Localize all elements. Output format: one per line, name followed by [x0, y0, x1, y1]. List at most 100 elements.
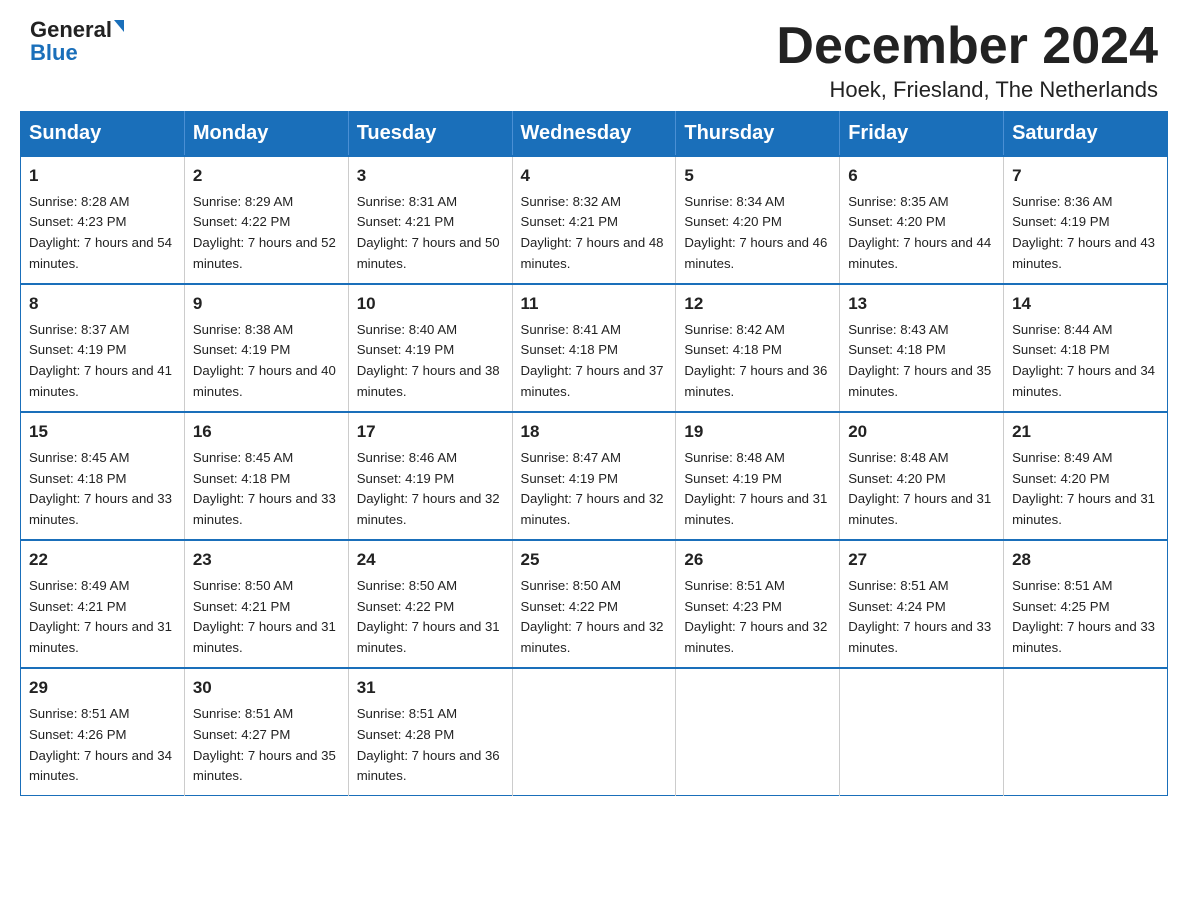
table-row: 20 Sunrise: 8:48 AMSunset: 4:20 PMDaylig… [840, 412, 1004, 540]
table-row: 6 Sunrise: 8:35 AMSunset: 4:20 PMDayligh… [840, 156, 1004, 284]
day-number: 28 [1012, 547, 1159, 573]
table-row: 24 Sunrise: 8:50 AMSunset: 4:22 PMDaylig… [348, 540, 512, 668]
table-row: 12 Sunrise: 8:42 AMSunset: 4:18 PMDaylig… [676, 284, 840, 412]
location-subtitle: Hoek, Friesland, The Netherlands [776, 77, 1158, 103]
day-number: 27 [848, 547, 995, 573]
day-number: 8 [29, 291, 176, 317]
day-info: Sunrise: 8:44 AMSunset: 4:18 PMDaylight:… [1012, 322, 1155, 400]
col-monday: Monday [184, 112, 348, 157]
day-info: Sunrise: 8:43 AMSunset: 4:18 PMDaylight:… [848, 322, 991, 400]
table-row [1004, 668, 1168, 796]
day-number: 11 [521, 291, 668, 317]
calendar-header-row: Sunday Monday Tuesday Wednesday Thursday… [21, 112, 1168, 157]
calendar-row: 1 Sunrise: 8:28 AMSunset: 4:23 PMDayligh… [21, 156, 1168, 284]
calendar-row: 15 Sunrise: 8:45 AMSunset: 4:18 PMDaylig… [21, 412, 1168, 540]
day-number: 4 [521, 163, 668, 189]
day-info: Sunrise: 8:50 AMSunset: 4:22 PMDaylight:… [357, 578, 500, 656]
table-row: 30 Sunrise: 8:51 AMSunset: 4:27 PMDaylig… [184, 668, 348, 796]
day-info: Sunrise: 8:41 AMSunset: 4:18 PMDaylight:… [521, 322, 664, 400]
table-row [676, 668, 840, 796]
logo-arrow-icon [114, 20, 124, 32]
calendar-row: 29 Sunrise: 8:51 AMSunset: 4:26 PMDaylig… [21, 668, 1168, 796]
table-row: 21 Sunrise: 8:49 AMSunset: 4:20 PMDaylig… [1004, 412, 1168, 540]
table-row: 26 Sunrise: 8:51 AMSunset: 4:23 PMDaylig… [676, 540, 840, 668]
day-info: Sunrise: 8:48 AMSunset: 4:20 PMDaylight:… [848, 450, 991, 528]
table-row: 18 Sunrise: 8:47 AMSunset: 4:19 PMDaylig… [512, 412, 676, 540]
day-number: 25 [521, 547, 668, 573]
day-info: Sunrise: 8:37 AMSunset: 4:19 PMDaylight:… [29, 322, 172, 400]
calendar-wrap: Sunday Monday Tuesday Wednesday Thursday… [0, 111, 1188, 816]
day-info: Sunrise: 8:45 AMSunset: 4:18 PMDaylight:… [29, 450, 172, 528]
day-number: 3 [357, 163, 504, 189]
logo-line1: General [30, 18, 124, 42]
day-number: 16 [193, 419, 340, 445]
col-wednesday: Wednesday [512, 112, 676, 157]
table-row: 1 Sunrise: 8:28 AMSunset: 4:23 PMDayligh… [21, 156, 185, 284]
day-number: 26 [684, 547, 831, 573]
table-row: 11 Sunrise: 8:41 AMSunset: 4:18 PMDaylig… [512, 284, 676, 412]
day-info: Sunrise: 8:50 AMSunset: 4:21 PMDaylight:… [193, 578, 336, 656]
logo-line2: Blue [30, 40, 78, 66]
table-row: 10 Sunrise: 8:40 AMSunset: 4:19 PMDaylig… [348, 284, 512, 412]
day-number: 9 [193, 291, 340, 317]
day-info: Sunrise: 8:49 AMSunset: 4:20 PMDaylight:… [1012, 450, 1155, 528]
table-row: 22 Sunrise: 8:49 AMSunset: 4:21 PMDaylig… [21, 540, 185, 668]
day-number: 20 [848, 419, 995, 445]
day-info: Sunrise: 8:47 AMSunset: 4:19 PMDaylight:… [521, 450, 664, 528]
day-info: Sunrise: 8:42 AMSunset: 4:18 PMDaylight:… [684, 322, 827, 400]
table-row: 13 Sunrise: 8:43 AMSunset: 4:18 PMDaylig… [840, 284, 1004, 412]
day-info: Sunrise: 8:34 AMSunset: 4:20 PMDaylight:… [684, 194, 827, 272]
table-row: 5 Sunrise: 8:34 AMSunset: 4:20 PMDayligh… [676, 156, 840, 284]
day-number: 17 [357, 419, 504, 445]
day-info: Sunrise: 8:28 AMSunset: 4:23 PMDaylight:… [29, 194, 172, 272]
day-info: Sunrise: 8:51 AMSunset: 4:24 PMDaylight:… [848, 578, 991, 656]
day-number: 12 [684, 291, 831, 317]
col-tuesday: Tuesday [348, 112, 512, 157]
day-number: 6 [848, 163, 995, 189]
day-number: 19 [684, 419, 831, 445]
table-row: 17 Sunrise: 8:46 AMSunset: 4:19 PMDaylig… [348, 412, 512, 540]
day-number: 23 [193, 547, 340, 573]
table-row: 8 Sunrise: 8:37 AMSunset: 4:19 PMDayligh… [21, 284, 185, 412]
title-area: December 2024 Hoek, Friesland, The Nethe… [776, 18, 1158, 103]
day-info: Sunrise: 8:48 AMSunset: 4:19 PMDaylight:… [684, 450, 827, 528]
day-info: Sunrise: 8:51 AMSunset: 4:23 PMDaylight:… [684, 578, 827, 656]
table-row: 19 Sunrise: 8:48 AMSunset: 4:19 PMDaylig… [676, 412, 840, 540]
table-row: 14 Sunrise: 8:44 AMSunset: 4:18 PMDaylig… [1004, 284, 1168, 412]
table-row: 29 Sunrise: 8:51 AMSunset: 4:26 PMDaylig… [21, 668, 185, 796]
day-number: 5 [684, 163, 831, 189]
col-thursday: Thursday [676, 112, 840, 157]
table-row: 23 Sunrise: 8:50 AMSunset: 4:21 PMDaylig… [184, 540, 348, 668]
table-row: 4 Sunrise: 8:32 AMSunset: 4:21 PMDayligh… [512, 156, 676, 284]
day-info: Sunrise: 8:49 AMSunset: 4:21 PMDaylight:… [29, 578, 172, 656]
logo: General Blue [30, 18, 124, 66]
day-info: Sunrise: 8:51 AMSunset: 4:26 PMDaylight:… [29, 706, 172, 784]
day-number: 18 [521, 419, 668, 445]
month-title: December 2024 [776, 18, 1158, 75]
table-row: 25 Sunrise: 8:50 AMSunset: 4:22 PMDaylig… [512, 540, 676, 668]
day-info: Sunrise: 8:51 AMSunset: 4:27 PMDaylight:… [193, 706, 336, 784]
day-number: 14 [1012, 291, 1159, 317]
day-info: Sunrise: 8:45 AMSunset: 4:18 PMDaylight:… [193, 450, 336, 528]
col-saturday: Saturday [1004, 112, 1168, 157]
day-number: 24 [357, 547, 504, 573]
day-number: 13 [848, 291, 995, 317]
table-row: 28 Sunrise: 8:51 AMSunset: 4:25 PMDaylig… [1004, 540, 1168, 668]
day-info: Sunrise: 8:51 AMSunset: 4:28 PMDaylight:… [357, 706, 500, 784]
day-number: 29 [29, 675, 176, 701]
table-row [512, 668, 676, 796]
table-row: 27 Sunrise: 8:51 AMSunset: 4:24 PMDaylig… [840, 540, 1004, 668]
table-row [840, 668, 1004, 796]
day-number: 22 [29, 547, 176, 573]
table-row: 7 Sunrise: 8:36 AMSunset: 4:19 PMDayligh… [1004, 156, 1168, 284]
table-row: 9 Sunrise: 8:38 AMSunset: 4:19 PMDayligh… [184, 284, 348, 412]
col-friday: Friday [840, 112, 1004, 157]
table-row: 31 Sunrise: 8:51 AMSunset: 4:28 PMDaylig… [348, 668, 512, 796]
day-number: 2 [193, 163, 340, 189]
table-row: 3 Sunrise: 8:31 AMSunset: 4:21 PMDayligh… [348, 156, 512, 284]
table-row: 16 Sunrise: 8:45 AMSunset: 4:18 PMDaylig… [184, 412, 348, 540]
table-row: 2 Sunrise: 8:29 AMSunset: 4:22 PMDayligh… [184, 156, 348, 284]
day-number: 15 [29, 419, 176, 445]
day-info: Sunrise: 8:38 AMSunset: 4:19 PMDaylight:… [193, 322, 336, 400]
day-number: 10 [357, 291, 504, 317]
